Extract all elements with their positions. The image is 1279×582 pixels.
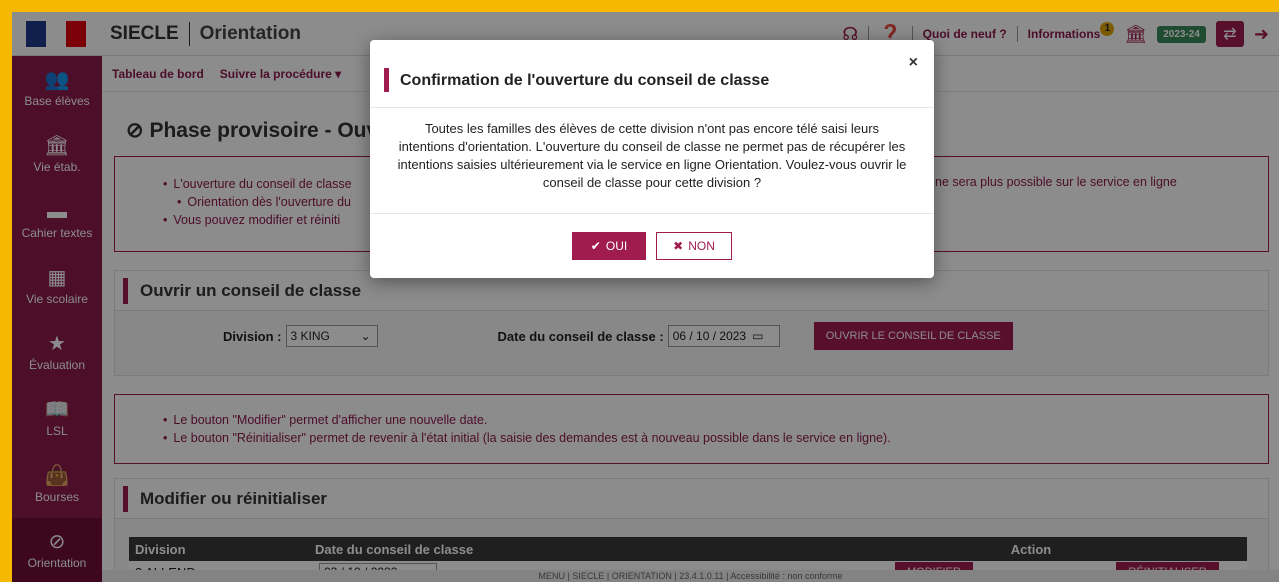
- cross-icon: ✖: [673, 239, 684, 253]
- dialog-footer: ✔ OUI ✖ NON: [370, 214, 934, 278]
- confirm-yes-button[interactable]: ✔ OUI: [572, 232, 646, 260]
- dialog-header: Confirmation de l'ouverture du conseil d…: [370, 40, 934, 108]
- check-icon: ✔: [590, 239, 601, 253]
- dialog-message: Toutes les familles des élèves de cette …: [370, 108, 934, 214]
- dialog-title: Confirmation de l'ouverture du conseil d…: [400, 72, 770, 89]
- confirm-no-button[interactable]: ✖ NON: [656, 232, 732, 260]
- close-icon[interactable]: ×: [909, 54, 918, 72]
- no-label: NON: [688, 239, 715, 253]
- yes-label: OUI: [605, 239, 628, 253]
- app-window: SIECLE Orientation ☊ ❓ Quoi de neuf ? In…: [12, 12, 1279, 582]
- title-accent: [384, 68, 389, 92]
- confirmation-dialog: Confirmation de l'ouverture du conseil d…: [370, 40, 934, 278]
